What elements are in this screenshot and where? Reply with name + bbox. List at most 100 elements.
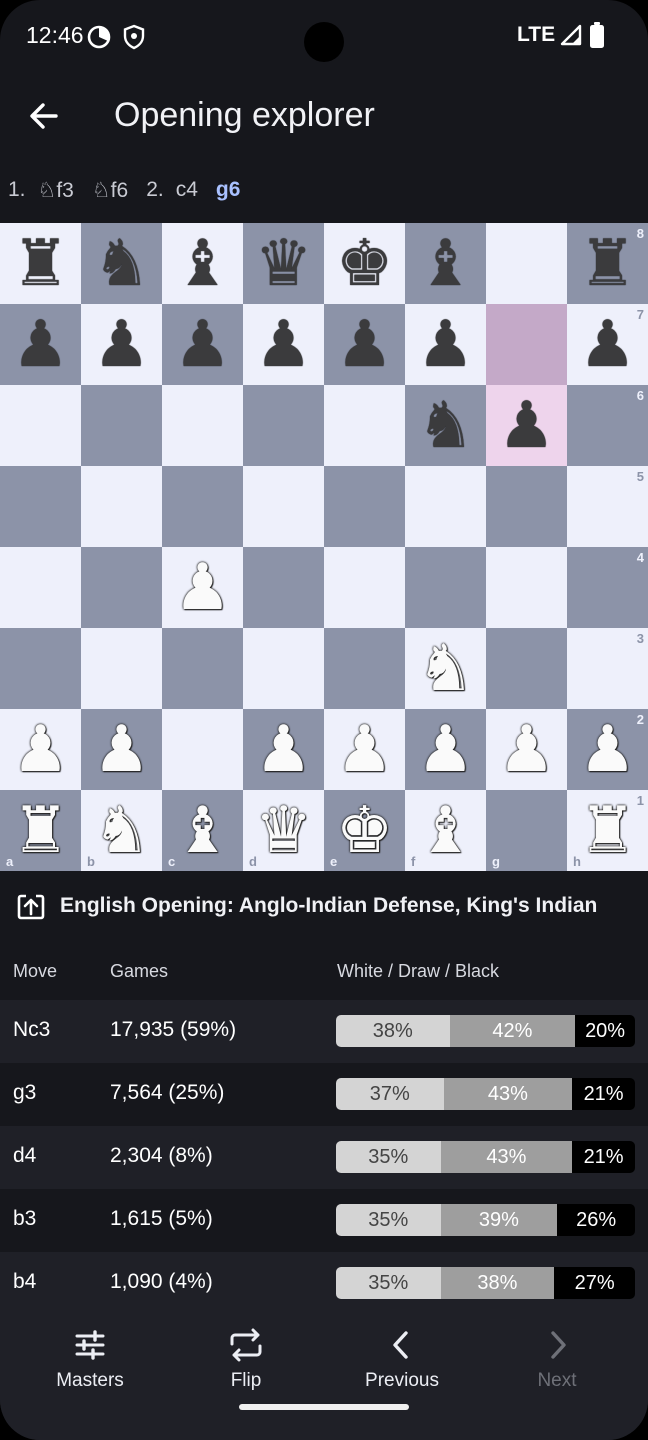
square-f1[interactable]: ♝ f xyxy=(405,790,486,871)
square-h1[interactable]: ♜ 1 h xyxy=(567,790,648,871)
table-row[interactable]: b3 1,615 (5%) 35% 39% 26% xyxy=(0,1189,648,1252)
square-g3[interactable] xyxy=(486,628,567,709)
table-row[interactable]: d4 2,304 (8%) 35% 43% 21% xyxy=(0,1126,648,1189)
move-item[interactable]: c4 xyxy=(176,178,198,203)
square-b8[interactable]: ♞ xyxy=(81,223,162,304)
square-d7[interactable]: ♟ xyxy=(243,304,324,385)
white-bishop-icon[interactable]: ♝ xyxy=(405,790,486,871)
square-g1[interactable]: g xyxy=(486,790,567,871)
square-d4[interactable] xyxy=(243,547,324,628)
square-a2[interactable]: ♟ xyxy=(0,709,81,790)
square-h5[interactable]: 5 xyxy=(567,466,648,547)
table-row[interactable]: g3 7,564 (25%) 37% 43% 21% xyxy=(0,1063,648,1126)
white-pawn-icon[interactable]: ♟ xyxy=(81,709,162,790)
square-c8[interactable]: ♝ xyxy=(162,223,243,304)
black-pawn-icon[interactable]: ♟ xyxy=(81,304,162,385)
square-a3[interactable] xyxy=(0,628,81,709)
square-b2[interactable]: ♟ xyxy=(81,709,162,790)
square-b5[interactable] xyxy=(81,466,162,547)
chess-board[interactable]: ♜ ♞ ♝ ♛ ♚ ♝ ♜ 8 ♟ ♟ ♟ ♟ ♟ ♟ ♟ 7 ♞ ♟ 6 5 ♟ 4 ♞ 3 ♟ ♟ ♟ ♟ ♟ ♟ ♟ 2 ♜ a ♞ b ♝ c ♛ d… xyxy=(0,223,648,871)
black-bishop-icon[interactable]: ♝ xyxy=(405,223,486,304)
square-b3[interactable] xyxy=(81,628,162,709)
square-a8[interactable]: ♜ xyxy=(0,223,81,304)
masters-button[interactable]: Masters xyxy=(25,1328,155,1408)
black-queen-icon[interactable]: ♛ xyxy=(243,223,324,304)
black-pawn-icon[interactable]: ♟ xyxy=(243,304,324,385)
opening-row[interactable]: English Opening: Anglo-Indian Defense, K… xyxy=(0,882,648,932)
square-b7[interactable]: ♟ xyxy=(81,304,162,385)
flip-button[interactable]: Flip xyxy=(181,1328,311,1408)
square-d3[interactable] xyxy=(243,628,324,709)
square-e3[interactable] xyxy=(324,628,405,709)
square-h8[interactable]: ♜ 8 xyxy=(567,223,648,304)
square-c2[interactable] xyxy=(162,709,243,790)
square-b6[interactable] xyxy=(81,385,162,466)
white-pawn-icon[interactable]: ♟ xyxy=(162,547,243,628)
table-row[interactable]: b4 1,090 (4%) 35% 38% 27% xyxy=(0,1252,648,1315)
black-knight-icon[interactable]: ♞ xyxy=(81,223,162,304)
square-e4[interactable] xyxy=(324,547,405,628)
black-knight-icon[interactable]: ♞ xyxy=(405,385,486,466)
square-e6[interactable] xyxy=(324,385,405,466)
square-h3[interactable]: 3 xyxy=(567,628,648,709)
square-b1[interactable]: ♞ b xyxy=(81,790,162,871)
square-a7[interactable]: ♟ xyxy=(0,304,81,385)
square-f3[interactable]: ♞ xyxy=(405,628,486,709)
square-c1[interactable]: ♝ c xyxy=(162,790,243,871)
square-c6[interactable] xyxy=(162,385,243,466)
current-move[interactable]: g6 xyxy=(216,178,241,203)
square-a1[interactable]: ♜ a xyxy=(0,790,81,871)
square-a4[interactable] xyxy=(0,547,81,628)
square-g6[interactable]: ♟ xyxy=(486,385,567,466)
square-g4[interactable] xyxy=(486,547,567,628)
white-pawn-icon[interactable]: ♟ xyxy=(405,709,486,790)
square-f6[interactable]: ♞ xyxy=(405,385,486,466)
black-pawn-icon[interactable]: ♟ xyxy=(405,304,486,385)
back-arrow-icon[interactable] xyxy=(26,98,62,134)
move-item[interactable]: ♘f6 xyxy=(92,178,128,203)
open-in-new-icon[interactable] xyxy=(16,892,46,922)
square-e7[interactable]: ♟ xyxy=(324,304,405,385)
square-e8[interactable]: ♚ xyxy=(324,223,405,304)
square-d2[interactable]: ♟ xyxy=(243,709,324,790)
square-g5[interactable] xyxy=(486,466,567,547)
square-d8[interactable]: ♛ xyxy=(243,223,324,304)
black-pawn-icon[interactable]: ♟ xyxy=(0,304,81,385)
square-b4[interactable] xyxy=(81,547,162,628)
square-g7[interactable] xyxy=(486,304,567,385)
square-e2[interactable]: ♟ xyxy=(324,709,405,790)
black-pawn-icon[interactable]: ♟ xyxy=(486,385,567,466)
white-pawn-icon[interactable]: ♟ xyxy=(243,709,324,790)
black-pawn-icon[interactable]: ♟ xyxy=(324,304,405,385)
square-d5[interactable] xyxy=(243,466,324,547)
square-a5[interactable] xyxy=(0,466,81,547)
square-h2[interactable]: ♟ 2 xyxy=(567,709,648,790)
black-bishop-icon[interactable]: ♝ xyxy=(162,223,243,304)
white-pawn-icon[interactable]: ♟ xyxy=(324,709,405,790)
black-rook-icon[interactable]: ♜ xyxy=(0,223,81,304)
square-h6[interactable]: 6 xyxy=(567,385,648,466)
square-f7[interactable]: ♟ xyxy=(405,304,486,385)
square-e1[interactable]: ♚ e xyxy=(324,790,405,871)
square-f4[interactable] xyxy=(405,547,486,628)
next-button[interactable]: Next xyxy=(492,1328,622,1408)
square-d1[interactable]: ♛ d xyxy=(243,790,324,871)
square-h4[interactable]: 4 xyxy=(567,547,648,628)
square-f5[interactable] xyxy=(405,466,486,547)
square-a6[interactable] xyxy=(0,385,81,466)
white-pawn-icon[interactable]: ♟ xyxy=(0,709,81,790)
black-king-icon[interactable]: ♚ xyxy=(324,223,405,304)
previous-button[interactable]: Previous xyxy=(337,1328,467,1408)
square-c7[interactable]: ♟ xyxy=(162,304,243,385)
white-knight-icon[interactable]: ♞ xyxy=(405,628,486,709)
square-d6[interactable] xyxy=(243,385,324,466)
black-pawn-icon[interactable]: ♟ xyxy=(162,304,243,385)
square-c5[interactable] xyxy=(162,466,243,547)
square-c3[interactable] xyxy=(162,628,243,709)
square-g2[interactable]: ♟ xyxy=(486,709,567,790)
square-f8[interactable]: ♝ xyxy=(405,223,486,304)
table-row[interactable]: Nc3 17,935 (59%) 38% 42% 20% xyxy=(0,1000,648,1063)
square-f2[interactable]: ♟ xyxy=(405,709,486,790)
square-g8[interactable] xyxy=(486,223,567,304)
square-c4[interactable]: ♟ xyxy=(162,547,243,628)
